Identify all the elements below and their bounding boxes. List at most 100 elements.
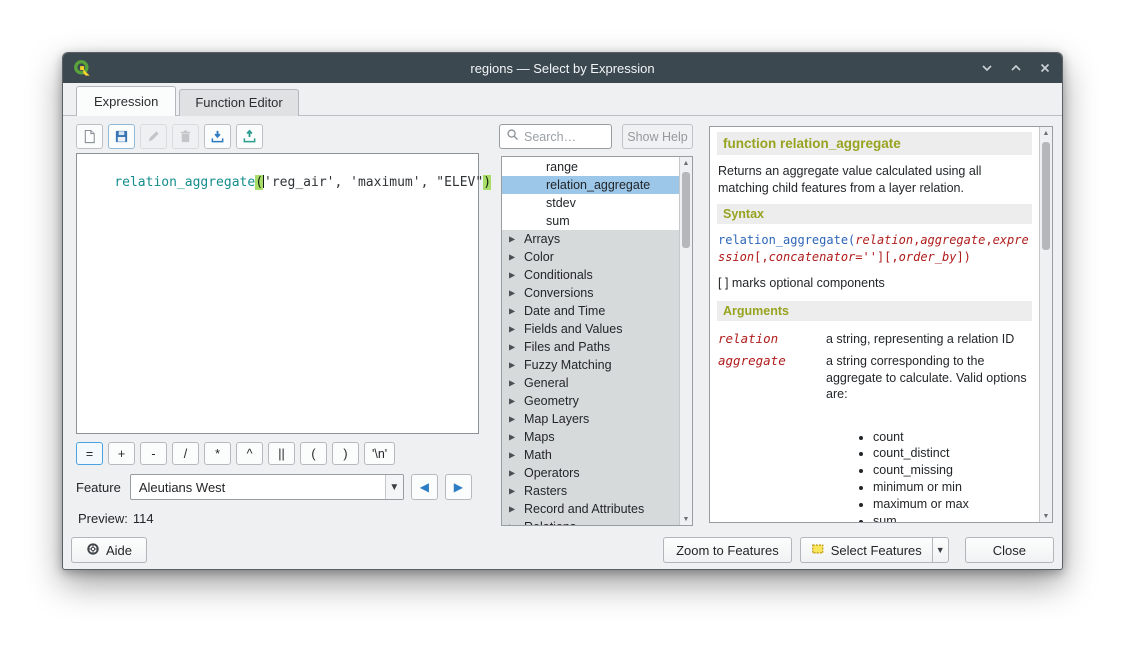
operator-button-4[interactable]: *: [204, 442, 231, 465]
help-title: function relation_aggregate: [717, 132, 1032, 155]
function-list-item[interactable]: ▶Relations: [502, 518, 679, 525]
chevron-down-icon[interactable]: ▼: [385, 475, 403, 499]
optional-note: [ ] marks optional components: [717, 269, 1032, 301]
function-list-item[interactable]: ▶Geometry: [502, 392, 679, 410]
aggregate-option: count_missing: [873, 462, 1032, 479]
zoom-to-features-button[interactable]: Zoom to Features: [663, 537, 792, 563]
function-list-scrollbar[interactable]: ▲ ▼: [679, 157, 692, 525]
preview-row: Preview:114: [78, 511, 154, 526]
function-list: rangerelation_aggregatestdevsum▶Arrays▶C…: [501, 156, 693, 526]
function-list-item[interactable]: relation_aggregate: [502, 176, 679, 194]
select-features-dropdown-icon[interactable]: ▼: [932, 537, 949, 563]
expression-toolbar: [76, 124, 263, 149]
aggregate-option: count_distinct: [873, 445, 1032, 462]
syntax-header: Syntax: [717, 204, 1032, 224]
help-content: function relation_aggregate Returns an a…: [710, 127, 1039, 522]
close-button[interactable]: Close: [965, 537, 1054, 563]
argument-name: relation: [718, 331, 820, 348]
scroll-up-icon[interactable]: ▲: [1040, 127, 1052, 139]
operator-button-0[interactable]: =: [76, 442, 103, 465]
next-feature-button[interactable]: ▶: [445, 474, 472, 500]
operator-buttons: =+-/*^||()'\n': [76, 442, 395, 465]
tab-function-editor[interactable]: Function Editor: [179, 89, 298, 116]
help-button[interactable]: Aide: [71, 537, 147, 563]
scrollbar-thumb[interactable]: [682, 172, 690, 248]
aggregate-option: maximum or max: [873, 496, 1032, 513]
scroll-down-icon[interactable]: ▼: [680, 513, 692, 525]
function-list-item[interactable]: ▶Math: [502, 446, 679, 464]
window-title: regions — Select by Expression: [63, 61, 1062, 76]
titlebar[interactable]: regions — Select by Expression: [63, 53, 1062, 83]
select-features-label: Select Features: [831, 543, 922, 558]
function-list-item[interactable]: ▶Conditionals: [502, 266, 679, 284]
operator-button-8[interactable]: ): [332, 442, 359, 465]
maximize-icon[interactable]: [1009, 61, 1023, 75]
feature-row: Feature Aleutians West ▼ ◀ ▶: [76, 474, 472, 500]
operator-button-1[interactable]: +: [108, 442, 135, 465]
show-help-button[interactable]: Show Help: [622, 124, 693, 149]
function-list-item[interactable]: sum: [502, 212, 679, 230]
function-list-item[interactable]: range: [502, 158, 679, 176]
function-list-item[interactable]: ▶Files and Paths: [502, 338, 679, 356]
lifebuoy-icon: [86, 542, 100, 559]
export-expression-icon[interactable]: [236, 124, 263, 149]
feature-value: Aleutians West: [131, 475, 385, 499]
function-list-item[interactable]: ▶Record and Attributes: [502, 500, 679, 518]
function-list-item[interactable]: ▶Fields and Values: [502, 320, 679, 338]
function-list-item[interactable]: ▶Conversions: [502, 284, 679, 302]
operator-button-6[interactable]: ||: [268, 442, 295, 465]
scroll-down-icon[interactable]: ▼: [1040, 510, 1052, 522]
help-button-label: Aide: [106, 543, 132, 558]
select-features-icon: [811, 542, 825, 559]
help-scrollbar[interactable]: ▲ ▼: [1039, 127, 1052, 522]
operator-button-9[interactable]: '\n': [364, 442, 395, 465]
scroll-up-icon[interactable]: ▲: [680, 157, 692, 169]
operator-button-2[interactable]: -: [140, 442, 167, 465]
function-list-item[interactable]: ▶Date and Time: [502, 302, 679, 320]
arguments-header: Arguments: [717, 301, 1032, 321]
tab-expression[interactable]: Expression: [76, 86, 176, 116]
save-expression-icon[interactable]: [108, 124, 135, 149]
previous-feature-button[interactable]: ◀: [411, 474, 438, 500]
function-list-item[interactable]: ▶Map Layers: [502, 410, 679, 428]
search-input[interactable]: [524, 130, 605, 144]
search-icon: [506, 128, 519, 146]
function-list-item[interactable]: ▶General: [502, 374, 679, 392]
function-list-item[interactable]: ▶Operators: [502, 464, 679, 482]
function-list-item[interactable]: ▶Arrays: [502, 230, 679, 248]
aggregate-options-list: countcount_distinctcount_missingminimum …: [859, 429, 1032, 522]
operator-button-7[interactable]: (: [300, 442, 327, 465]
argument-name: aggregate: [718, 353, 820, 403]
function-list-item[interactable]: stdev: [502, 194, 679, 212]
function-list-items: rangerelation_aggregatestdevsum▶Arrays▶C…: [502, 158, 679, 525]
scrollbar-thumb[interactable]: [1042, 142, 1050, 250]
function-list-item[interactable]: ▶Color: [502, 248, 679, 266]
function-list-item[interactable]: ▶Fuzzy Matching: [502, 356, 679, 374]
close-icon[interactable]: [1038, 61, 1052, 75]
expression-editor[interactable]: relation_aggregate('reg_air', 'maximum',…: [76, 153, 479, 434]
select-features-button[interactable]: Select Features: [800, 537, 932, 563]
argument-desc: a string corresponding to the aggregate …: [826, 353, 1031, 403]
select-by-expression-dialog: regions — Select by Expression Expressio…: [62, 52, 1063, 570]
preview-label: Preview:: [78, 511, 128, 526]
qgis-logo-icon: [73, 58, 93, 78]
delete-expression-icon: [172, 124, 199, 149]
aggregate-option: sum: [873, 513, 1032, 522]
search-box[interactable]: [499, 124, 612, 149]
new-expression-icon[interactable]: [76, 124, 103, 149]
edit-expression-icon: [140, 124, 167, 149]
help-description: Returns an aggregate value calculated us…: [717, 155, 1032, 204]
shade-icon[interactable]: [980, 61, 994, 75]
feature-combobox[interactable]: Aleutians West ▼: [130, 474, 404, 500]
function-list-item[interactable]: ▶Maps: [502, 428, 679, 446]
argument-desc: a string, representing a relation ID: [826, 331, 1031, 348]
feature-label: Feature: [76, 480, 121, 495]
aggregate-option: minimum or min: [873, 479, 1032, 496]
import-expression-icon[interactable]: [204, 124, 231, 149]
syntax-code: relation_aggregate(relation,aggregate,ex…: [717, 224, 1032, 269]
operator-button-3[interactable]: /: [172, 442, 199, 465]
function-help-panel: function relation_aggregate Returns an a…: [709, 126, 1053, 523]
function-list-item[interactable]: ▶Rasters: [502, 482, 679, 500]
aggregate-option: count: [873, 429, 1032, 446]
operator-button-5[interactable]: ^: [236, 442, 263, 465]
